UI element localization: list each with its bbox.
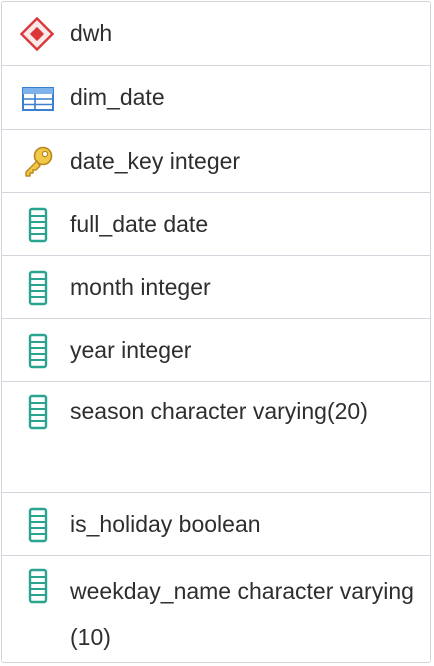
column-icon bbox=[20, 207, 56, 243]
column-row[interactable]: date_key integer bbox=[2, 130, 430, 193]
column-label: season character varying(20) bbox=[70, 398, 368, 424]
schema-label: dwh bbox=[70, 20, 113, 46]
column-label: month integer bbox=[70, 274, 211, 300]
schema-icon bbox=[20, 17, 56, 53]
object-tree-panel: dwh dim_date date_key integer full_date … bbox=[1, 1, 431, 663]
column-label: date_key integer bbox=[70, 148, 241, 174]
schema-row[interactable]: dwh bbox=[2, 2, 430, 66]
column-icon bbox=[20, 394, 56, 430]
column-label: year integer bbox=[70, 337, 192, 363]
column-label: is_holiday boolean bbox=[70, 511, 261, 537]
column-row[interactable]: year integer bbox=[2, 319, 430, 382]
column-row[interactable]: is_holiday boolean bbox=[2, 493, 430, 556]
table-label: dim_date bbox=[70, 84, 165, 110]
table-icon bbox=[20, 81, 56, 117]
column-icon bbox=[20, 507, 56, 543]
column-row[interactable]: month integer bbox=[2, 256, 430, 319]
column-icon bbox=[20, 270, 56, 306]
column-row[interactable]: full_date date bbox=[2, 193, 430, 256]
column-icon bbox=[20, 568, 56, 604]
column-icon bbox=[20, 333, 56, 369]
column-row[interactable]: weekday_name character varying(10) bbox=[2, 556, 430, 662]
column-row[interactable]: season character varying(20) bbox=[2, 382, 430, 493]
column-label: full_date date bbox=[70, 211, 209, 237]
column-label: weekday_name character varying(10) bbox=[70, 578, 414, 650]
primary-key-icon bbox=[20, 144, 56, 180]
table-row[interactable]: dim_date bbox=[2, 66, 430, 130]
